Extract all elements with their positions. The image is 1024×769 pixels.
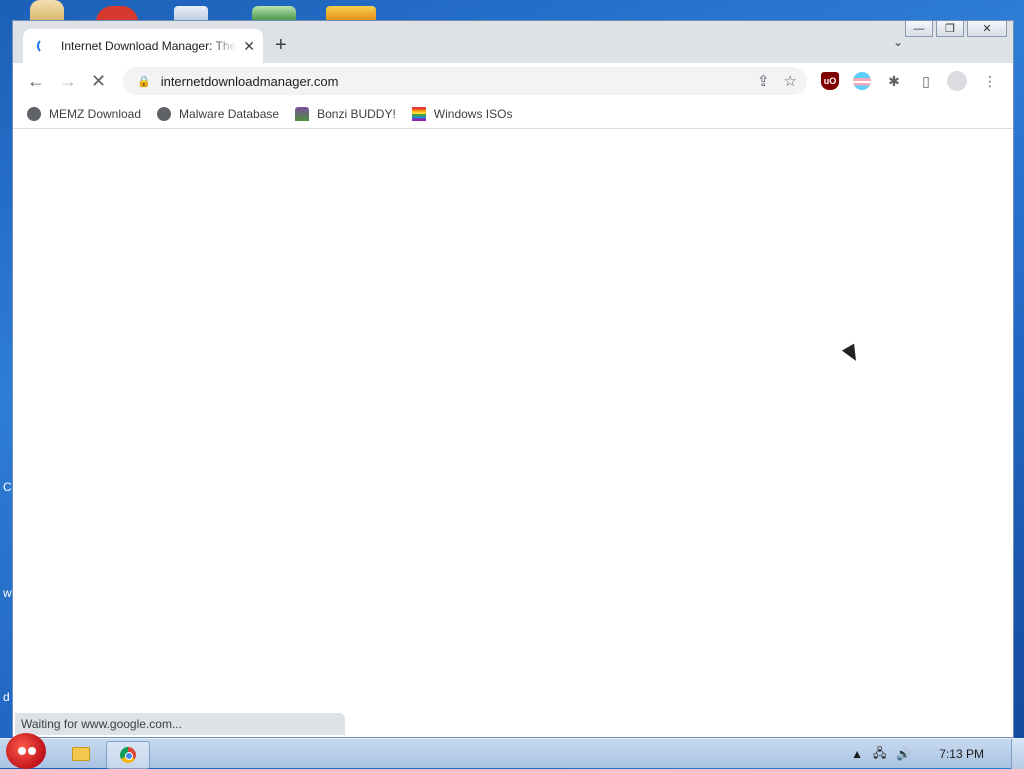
- desktop-label-fragment: C: [3, 480, 12, 494]
- chrome-icon: [120, 747, 136, 763]
- bookmark-windows-isos[interactable]: Windows ISOs: [411, 106, 513, 121]
- start-orb-eye: [18, 747, 26, 755]
- tab-strip: Internet Download Manager: The ✕ + ⌄: [13, 21, 1013, 63]
- address-bar[interactable]: 🔒 internetdownloadmanager.com ⇪ ☆: [123, 67, 807, 95]
- page-content[interactable]: [13, 129, 1013, 737]
- ublock-origin-icon[interactable]: uO: [821, 72, 839, 90]
- bookmark-memz-download[interactable]: MEMZ Download: [27, 106, 142, 121]
- share-icon[interactable]: ⇪: [757, 72, 770, 90]
- bookmark-label: Bonzi BUDDY!: [317, 106, 396, 121]
- status-bubble: Waiting for www.google.com...: [15, 713, 345, 735]
- loading-spinner-icon: [37, 38, 53, 54]
- navigation-toolbar: ← → ✕ 🔒 internetdownloadmanager.com ⇪ ☆ …: [13, 63, 1013, 99]
- profile-avatar-icon[interactable]: [947, 71, 967, 91]
- chrome-menu-icon[interactable]: ⋮: [981, 72, 999, 90]
- lock-icon[interactable]: 🔒: [137, 75, 151, 88]
- trans-flag-extension-icon[interactable]: [853, 72, 871, 90]
- rainbow-flag-icon: [411, 106, 426, 121]
- bookmarks-bar: MEMZ Download Malware Database Bonzi BUD…: [13, 99, 1013, 129]
- network-icon[interactable]: 🖧: [873, 744, 886, 765]
- taskbar: ▲ 🖧 🔊 7:13 PM: [0, 733, 1024, 769]
- start-orb-eye: [28, 747, 36, 755]
- extensions-puzzle-icon[interactable]: ✱: [885, 72, 903, 90]
- browser-window: — ❐ ✕ Internet Download Manager: The ✕ +…: [12, 20, 1014, 738]
- system-tray: ▲ 🖧 🔊 7:13 PM: [851, 739, 984, 769]
- desktop-label-fragment: w: [3, 586, 12, 600]
- bookmark-label: MEMZ Download: [49, 106, 142, 121]
- taskbar-chrome-button[interactable]: [106, 741, 150, 769]
- desktop-label-fragment: d: [3, 690, 10, 704]
- stop-loading-button[interactable]: ✕: [91, 71, 106, 91]
- bookmark-malware-database[interactable]: Malware Database: [157, 106, 280, 121]
- new-tab-button[interactable]: +: [275, 35, 287, 55]
- side-panel-icon[interactable]: ▯: [917, 72, 935, 90]
- globe-icon: [27, 106, 41, 121]
- forward-button[interactable]: →: [59, 71, 77, 91]
- close-tab-icon[interactable]: ✕: [243, 38, 255, 55]
- browser-tab[interactable]: Internet Download Manager: The ✕: [23, 29, 263, 63]
- back-button[interactable]: ←: [27, 71, 45, 91]
- tab-title: Internet Download Manager: The: [61, 39, 237, 53]
- show-hidden-icons-button[interactable]: ▲: [851, 747, 863, 761]
- globe-icon: [157, 106, 172, 121]
- start-button[interactable]: [6, 733, 46, 769]
- taskbar-explorer-button[interactable]: [60, 741, 102, 767]
- show-desktop-button[interactable]: [1011, 739, 1024, 769]
- url-text[interactable]: internetdownloadmanager.com: [161, 74, 339, 89]
- folder-icon: [72, 747, 90, 761]
- bookmark-label: Windows ISOs: [433, 106, 513, 121]
- tab-search-button[interactable]: ⌄: [893, 35, 903, 49]
- bookmark-star-icon[interactable]: ☆: [784, 72, 797, 90]
- volume-icon[interactable]: 🔊: [896, 747, 911, 761]
- bookmark-bonzi-buddy[interactable]: Bonzi BUDDY!: [295, 106, 396, 121]
- clock[interactable]: 7:13 PM: [939, 747, 984, 761]
- omnibox-actions: ⇪ ☆: [757, 72, 797, 90]
- bookmark-label: Malware Database: [179, 106, 280, 121]
- bonzi-icon: [295, 106, 310, 121]
- desktop-icon[interactable]: [30, 0, 64, 22]
